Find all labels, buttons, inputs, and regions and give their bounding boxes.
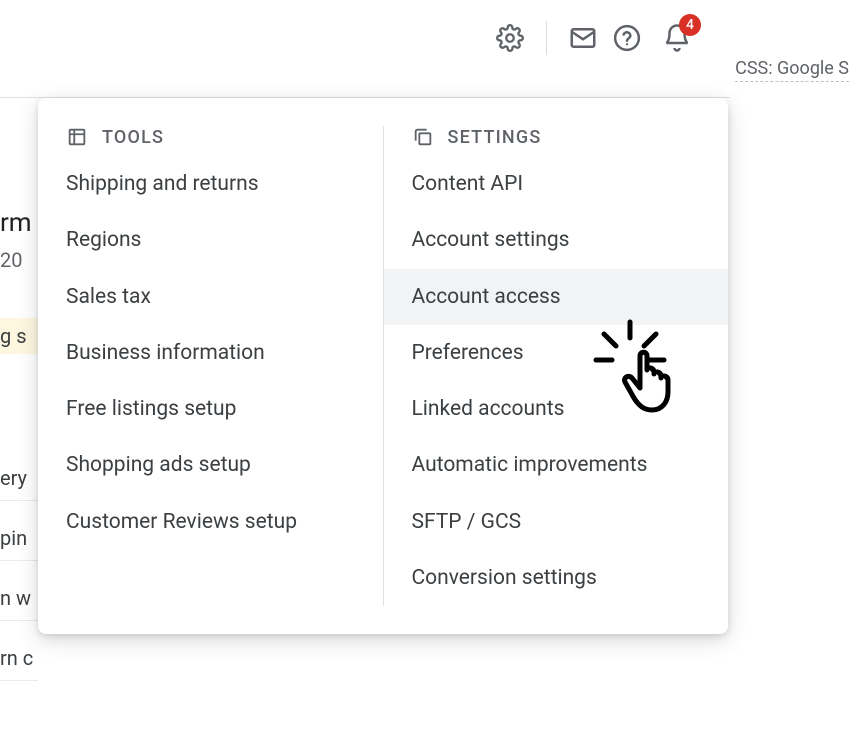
bg-banner-fragment: g s bbox=[0, 318, 38, 354]
settings-stack-icon bbox=[412, 126, 434, 148]
bg-heading-fragment: rm bbox=[0, 208, 32, 238]
toolbar-separator bbox=[546, 21, 547, 55]
settings-gear-button[interactable] bbox=[488, 16, 532, 60]
top-toolbar: 4 bbox=[0, 8, 849, 68]
settings-column: SETTINGS Content API Account settings Ac… bbox=[383, 126, 729, 606]
css-account-link[interactable]: CSS: Google S bbox=[735, 58, 849, 82]
bg-row-fragment: rn c bbox=[0, 636, 38, 681]
settings-header: SETTINGS bbox=[384, 126, 729, 156]
help-icon bbox=[612, 23, 642, 53]
menu-item-sales-tax[interactable]: Sales tax bbox=[38, 269, 383, 325]
bg-sub-fragment: 20 bbox=[0, 248, 22, 272]
bg-row-fragment: pin bbox=[0, 516, 38, 561]
settings-dropdown-panel: TOOLS Shipping and returns Regions Sales… bbox=[38, 98, 728, 634]
menu-item-free-listings-setup[interactable]: Free listings setup bbox=[38, 381, 383, 437]
mail-icon bbox=[568, 23, 598, 53]
bg-row-fragment: ery bbox=[0, 456, 38, 501]
gear-icon bbox=[496, 24, 524, 52]
menu-item-preferences[interactable]: Preferences bbox=[384, 325, 729, 381]
settings-header-label: SETTINGS bbox=[448, 127, 542, 148]
menu-item-regions[interactable]: Regions bbox=[38, 212, 383, 268]
menu-item-account-access[interactable]: Account access bbox=[384, 269, 729, 325]
bg-row-fragment: n w bbox=[0, 576, 38, 621]
menu-item-account-settings[interactable]: Account settings bbox=[384, 212, 729, 268]
menu-item-content-api[interactable]: Content API bbox=[384, 156, 729, 212]
menu-item-customer-reviews-setup[interactable]: Customer Reviews setup bbox=[38, 494, 383, 550]
menu-item-shopping-ads-setup[interactable]: Shopping ads setup bbox=[38, 437, 383, 493]
menu-item-linked-accounts[interactable]: Linked accounts bbox=[384, 381, 729, 437]
help-button[interactable] bbox=[605, 16, 649, 60]
notifications-button[interactable]: 4 bbox=[655, 16, 699, 60]
mail-button[interactable] bbox=[561, 16, 605, 60]
tools-column: TOOLS Shipping and returns Regions Sales… bbox=[38, 126, 383, 606]
menu-item-conversion-settings[interactable]: Conversion settings bbox=[384, 550, 729, 606]
notification-badge: 4 bbox=[679, 14, 701, 36]
tools-header-label: TOOLS bbox=[102, 127, 164, 148]
menu-item-sftp-gcs[interactable]: SFTP / GCS bbox=[384, 494, 729, 550]
menu-item-automatic-improvements[interactable]: Automatic improvements bbox=[384, 437, 729, 493]
menu-item-business-information[interactable]: Business information bbox=[38, 325, 383, 381]
menu-item-shipping-returns[interactable]: Shipping and returns bbox=[38, 156, 383, 212]
tools-header: TOOLS bbox=[38, 126, 383, 156]
tools-icon bbox=[66, 126, 88, 148]
